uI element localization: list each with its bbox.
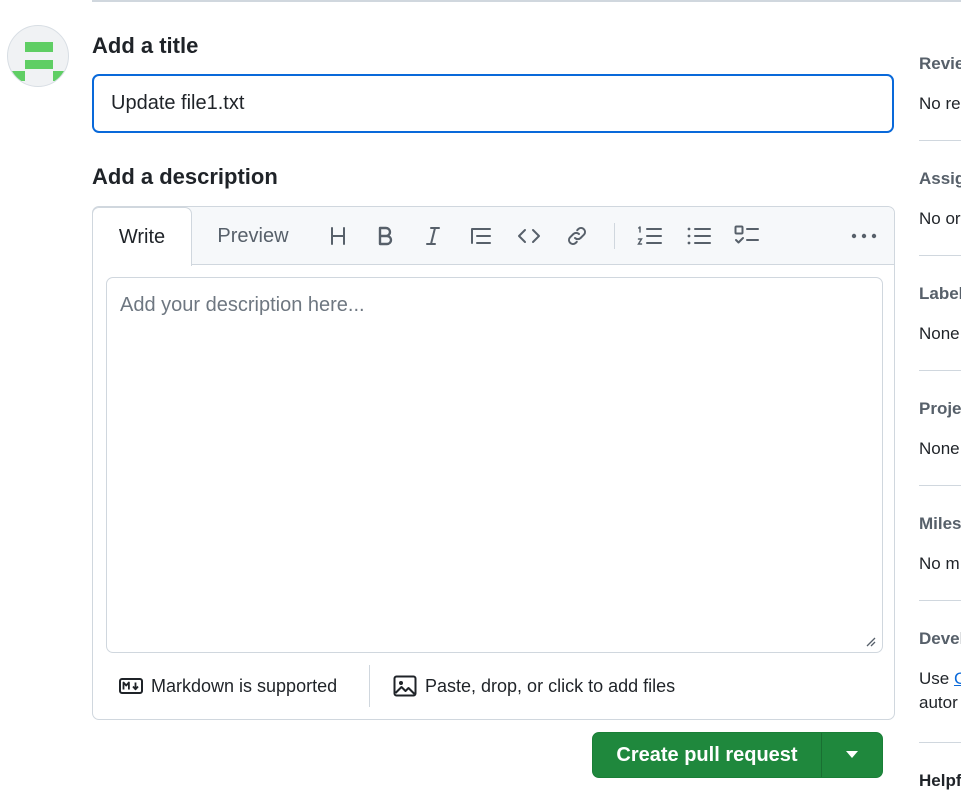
create-pull-request-group: Create pull request [592,732,883,778]
sidebar-assignees-heading: Assig [919,169,961,188]
sidebar-milestone-heading: Miles [919,514,961,533]
quote-icon[interactable] [466,221,496,251]
attach-files-label: Paste, drop, or click to add files [425,675,676,696]
sidebar-assignees[interactable]: Assig No or [919,169,961,229]
create-pull-request-button[interactable]: Create pull request [593,733,822,777]
sidebar-development: Devel Use C autor [919,629,961,713]
heading-icon[interactable] [323,221,353,251]
sidebar-helpful: Helpf [919,771,961,791]
link-icon[interactable] [562,221,592,251]
footer-divider [369,665,370,707]
description-textarea[interactable] [106,277,883,653]
sidebar-projects-heading: Proje [919,399,961,418]
toolbar-divider [614,223,615,249]
sidebar-helpful-heading: Helpf [919,771,961,790]
sidebar-projects[interactable]: Proje None [919,399,961,459]
sidebar-milestone[interactable]: Miles No m [919,514,961,574]
tab-preview[interactable]: Preview [203,207,303,265]
development-link[interactable]: C [954,669,961,688]
top-divider [92,0,961,2]
identicon-icon [12,42,66,81]
description-label: Add a description [92,164,278,189]
task-list-icon[interactable] [732,221,762,251]
sidebar-labels-heading: Label [919,284,961,303]
sidebar-assignees-value: No or [919,209,961,228]
sidebar-reviewers-heading: Revie [919,54,961,73]
resize-grip-icon[interactable] [864,635,876,647]
development-text-line2: autor [919,693,958,712]
sidebar-development-heading: Devel [919,629,961,648]
development-text: Use [919,669,950,688]
caret-down-icon [846,751,858,758]
sidebar-reviewers-value: No re [919,94,961,113]
markdown-icon [119,678,143,694]
image-icon [393,675,417,697]
sidebar-divider [919,140,961,141]
markdown-supported-label: Markdown is supported [151,675,338,696]
sidebar-divider [919,370,961,371]
code-icon[interactable] [514,221,544,251]
sidebar-development-value: Use C [919,669,961,689]
editor-toolbar: Write Preview [92,207,894,266]
markdown-supported-link[interactable]: Markdown is supported [119,673,337,699]
sidebar-labels[interactable]: Label None [919,284,961,344]
sidebar-divider [919,485,961,486]
title-label: Add a title [92,33,199,58]
title-input[interactable] [92,74,894,133]
tab-write[interactable]: Write [92,207,192,266]
attach-files-button[interactable]: Paste, drop, or click to add files [393,673,675,699]
description-editor: Write Preview Add your description here.… [92,206,895,720]
sidebar-divider [919,600,961,601]
sidebar-divider [919,255,961,256]
create-options-dropdown[interactable] [822,733,882,777]
sidebar-labels-value: None [919,324,960,343]
more-options-icon[interactable] [849,221,879,251]
sidebar-projects-value: None [919,439,960,458]
sidebar-reviewers[interactable]: Revie No re [919,54,961,114]
avatar[interactable] [7,25,69,87]
italic-icon[interactable] [418,221,448,251]
sidebar-divider [919,742,961,743]
bold-icon[interactable] [370,221,400,251]
numbered-list-icon[interactable] [635,221,665,251]
unordered-list-icon[interactable] [684,221,714,251]
sidebar-milestone-value: No m [919,554,960,573]
